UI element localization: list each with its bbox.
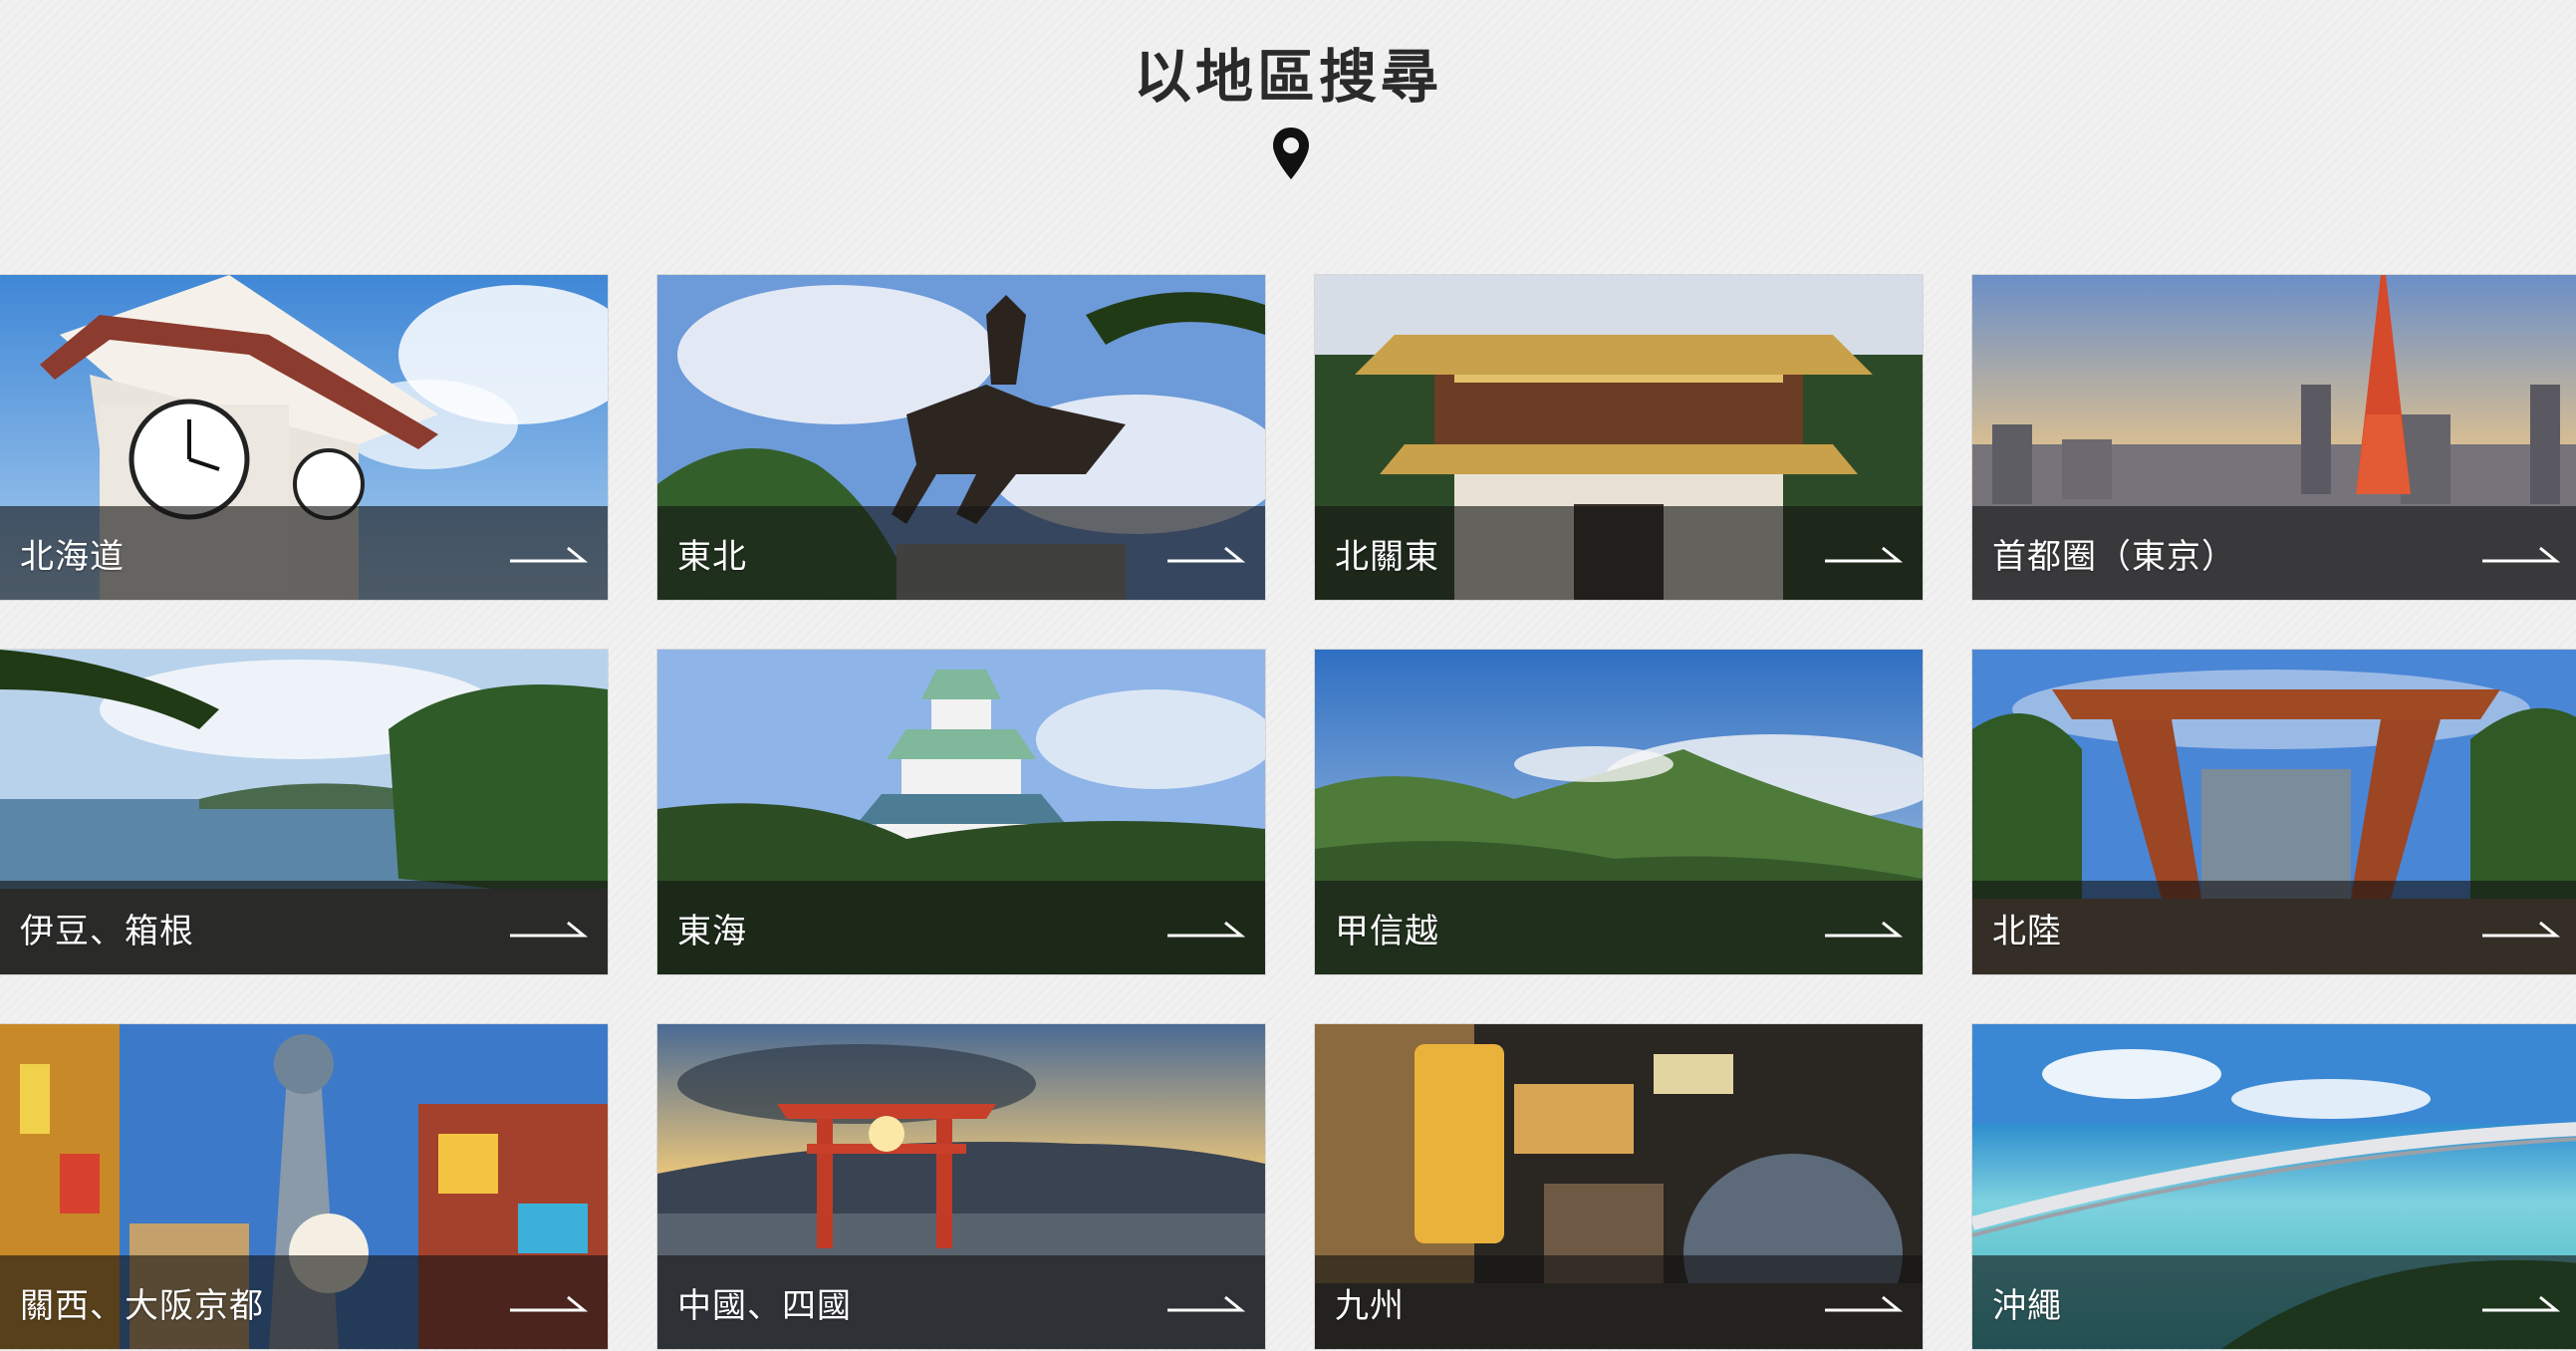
region-card-kita-kanto[interactable]: 北關東 bbox=[1315, 275, 1923, 600]
page-header: 以地區搜尋 bbox=[0, 0, 2576, 239]
region-label-okinawa: 沖繩 bbox=[1992, 1286, 2062, 1326]
arrow-right-icon bbox=[1167, 921, 1245, 938]
region-label-kyushu: 九州 bbox=[1335, 1286, 1405, 1326]
arrow-right-icon bbox=[2482, 546, 2560, 563]
region-card-tokyo[interactable]: 首都圈（東京） bbox=[1972, 275, 2576, 600]
arrow-right-icon bbox=[2482, 1295, 2560, 1312]
region-card-tohoku[interactable]: 東北 bbox=[657, 275, 1265, 600]
arrow-right-icon bbox=[1825, 1295, 1903, 1312]
region-label-hokuriku: 北陸 bbox=[1992, 912, 2062, 951]
arrow-right-icon bbox=[1167, 1295, 1245, 1312]
map-pin-icon bbox=[1273, 128, 1309, 179]
region-label-koshinetsu: 甲信越 bbox=[1335, 912, 1439, 951]
region-card-chugoku-shikoku[interactable]: 中國、四國 bbox=[657, 1024, 1265, 1349]
region-label-kita-kanto: 北關東 bbox=[1335, 537, 1439, 577]
region-label-tohoku: 東北 bbox=[677, 537, 747, 577]
region-card-hokuriku[interactable]: 北陸 bbox=[1972, 650, 2576, 974]
region-card-izu-hakone[interactable]: 伊豆、箱根 bbox=[0, 650, 608, 974]
region-card-koshinetsu[interactable]: 甲信越 bbox=[1315, 650, 1923, 974]
region-label-izu-hakone: 伊豆、箱根 bbox=[20, 912, 194, 951]
region-card-kyushu[interactable]: 九州 bbox=[1315, 1024, 1923, 1349]
region-card-okinawa[interactable]: 沖繩 bbox=[1972, 1024, 2576, 1349]
region-card-hokkaido[interactable]: 北海道 bbox=[0, 275, 608, 600]
arrow-right-icon bbox=[1825, 546, 1903, 563]
arrow-right-icon bbox=[1825, 921, 1903, 938]
region-label-tokyo: 首都圈（東京） bbox=[1992, 537, 2236, 577]
arrow-right-icon bbox=[510, 546, 588, 563]
region-label-kansai: 關西、大阪京都 bbox=[20, 1286, 264, 1326]
arrow-right-icon bbox=[2482, 921, 2560, 938]
arrow-right-icon bbox=[510, 921, 588, 938]
page-title: 以地區搜尋 bbox=[1133, 43, 1442, 111]
region-label-hokkaido: 北海道 bbox=[20, 537, 125, 577]
arrow-right-icon bbox=[1167, 546, 1245, 563]
region-label-tokai: 東海 bbox=[677, 912, 747, 951]
region-card-tokai[interactable]: 東海 bbox=[657, 650, 1265, 974]
arrow-right-icon bbox=[510, 1295, 588, 1312]
region-label-chugoku-shikoku: 中國、四國 bbox=[677, 1286, 852, 1326]
region-card-kansai[interactable]: 關西、大阪京都 bbox=[0, 1024, 608, 1349]
